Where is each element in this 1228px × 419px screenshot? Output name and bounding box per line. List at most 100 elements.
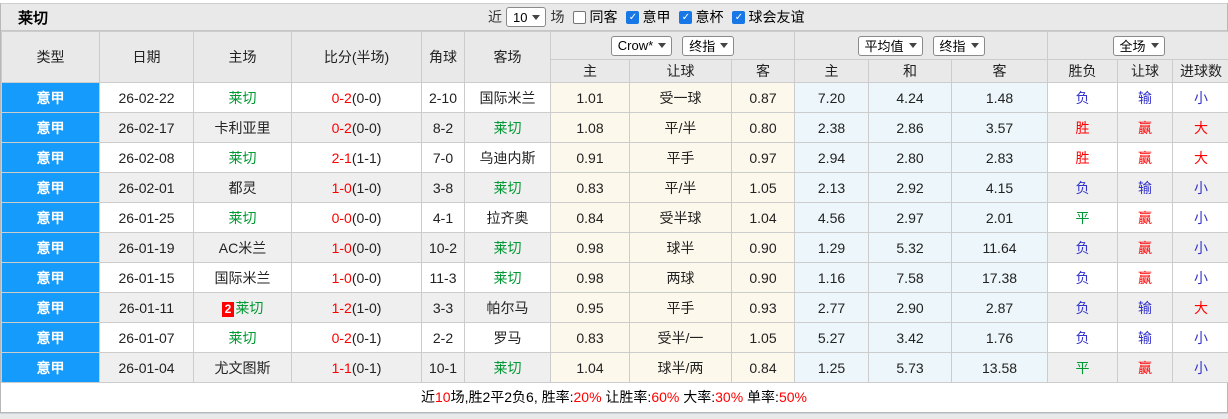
chevron-down-icon bbox=[658, 43, 667, 48]
home-team-cell: 都灵 bbox=[193, 172, 292, 203]
home-team-name: 都灵 bbox=[228, 179, 257, 196]
match-row: 意甲 26-01-07 莱切 0-2(0-1) 2-2 罗马 0.83 受半/一… bbox=[1, 322, 1228, 353]
col-header-away: 客场 bbox=[464, 31, 551, 83]
average-select[interactable]: 平均值 bbox=[857, 35, 923, 56]
away-team-cell: 莱切 bbox=[464, 352, 551, 383]
summary-segment: 10 bbox=[435, 389, 451, 405]
col-header-asian-home: 主 bbox=[550, 59, 630, 83]
average-value: 平均值 bbox=[864, 39, 904, 54]
league-cell: 意甲 bbox=[1, 202, 100, 233]
asian-handicap-line: 平手 bbox=[629, 142, 732, 173]
filter-label: 意甲 bbox=[642, 9, 671, 25]
asian-home-odds: 0.84 bbox=[550, 202, 630, 233]
match-row: 意甲 26-01-25 莱切 0-0(0-0) 4-1 拉齐奥 0.84 受半球… bbox=[1, 202, 1228, 233]
summary-segment: 60% bbox=[651, 389, 680, 405]
score-cell: 0-0(0-0) bbox=[291, 202, 422, 233]
filter-checkbox[interactable]: ✓ bbox=[732, 10, 746, 24]
fulltime-score: 1-1 bbox=[331, 359, 352, 376]
col-header-corner: 角球 bbox=[421, 31, 465, 83]
halftime-score: (0-1) bbox=[351, 359, 382, 376]
euro-away-odds: 2.87 bbox=[951, 292, 1049, 323]
summary-stats: 近10场,胜2平2负6, 胜率:20% 让胜率:60% 大率:30% 单率:50… bbox=[1, 383, 1227, 412]
filter-checkbox[interactable]: ✓ bbox=[626, 10, 640, 24]
recent-matches-select[interactable]: 10 bbox=[506, 7, 547, 27]
away-team-name: 乌迪内斯 bbox=[479, 149, 536, 166]
asian-home-odds: 0.91 bbox=[550, 142, 630, 173]
result-goals: 小 bbox=[1172, 322, 1228, 353]
away-team-name: 帕尔马 bbox=[486, 299, 529, 316]
filter-item[interactable]: ✓ 意杯 bbox=[679, 7, 723, 27]
result-handicap: 输 bbox=[1117, 292, 1174, 323]
red-card-badge: 2 bbox=[221, 301, 235, 317]
result-wdl: 负 bbox=[1047, 232, 1119, 263]
euro-odds-group-header: 平均值 终指 bbox=[794, 31, 1049, 60]
league-cell: 意甲 bbox=[1, 82, 100, 113]
scope-select[interactable]: 全场 bbox=[1112, 35, 1165, 56]
check-icon: ✓ bbox=[734, 11, 744, 23]
fulltime-score: 1-0 bbox=[331, 179, 352, 196]
fulltime-score: 0-2 bbox=[331, 329, 352, 346]
home-team-cell: 尤文图斯 bbox=[193, 352, 292, 383]
match-row: 意甲 26-01-19 AC米兰 1-0(0-0) 10-2 莱切 0.98 球… bbox=[1, 232, 1228, 263]
result-handicap: 输 bbox=[1117, 82, 1174, 113]
summary-segment: 20% bbox=[573, 389, 602, 405]
summary-segment: 让胜率: bbox=[601, 389, 652, 405]
result-goals: 大 bbox=[1172, 142, 1228, 173]
home-team-cell: 莱切 bbox=[193, 142, 292, 173]
check-icon: ✓ bbox=[628, 11, 638, 23]
asian-handicap-line: 受一球 bbox=[629, 82, 732, 113]
euro-away-odds: 2.01 bbox=[951, 202, 1049, 233]
away-team-name: 莱切 bbox=[493, 179, 522, 196]
euro-home-odds: 2.94 bbox=[794, 142, 870, 173]
result-goals: 小 bbox=[1172, 202, 1228, 233]
fulltime-score: 2-1 bbox=[331, 149, 352, 166]
page: 莱切 近 10 场 ✓ 同客 ✓ 意甲 ✓ 意杯 ✓ 球会友谊 bbox=[0, 0, 1228, 419]
home-team-cell: 2 莱切 bbox=[193, 292, 292, 323]
asian-away-odds: 1.04 bbox=[730, 202, 796, 233]
home-team-cell: 国际米兰 bbox=[193, 262, 292, 293]
bookmaker-final-select[interactable]: 终指 bbox=[682, 35, 735, 56]
asian-handicap-line: 球半 bbox=[629, 232, 732, 263]
asian-handicap-line: 平手 bbox=[629, 292, 732, 323]
filter-checkbox[interactable]: ✓ bbox=[573, 10, 587, 24]
euro-home-odds: 1.16 bbox=[794, 262, 870, 293]
date-cell: 26-01-07 bbox=[99, 322, 194, 353]
halftime-score: (0-0) bbox=[351, 239, 382, 256]
result-handicap: 输 bbox=[1117, 172, 1174, 203]
match-row: 意甲 26-01-04 尤文图斯 1-1(0-1) 10-1 莱切 1.04 球… bbox=[1, 352, 1228, 383]
asian-home-odds: 1.04 bbox=[550, 352, 630, 383]
league-cell: 意甲 bbox=[1, 292, 100, 323]
summary-segment: 50% bbox=[778, 389, 807, 405]
average-final-select[interactable]: 终指 bbox=[932, 35, 985, 56]
date-cell: 26-01-15 bbox=[99, 262, 194, 293]
filter-item[interactable]: ✓ 球会友谊 bbox=[732, 7, 804, 27]
euro-home-odds: 1.29 bbox=[794, 232, 870, 263]
home-team-cell: 莱切 bbox=[193, 202, 292, 233]
col-header-date: 日期 bbox=[99, 31, 194, 83]
bookmaker-select[interactable]: Crow* bbox=[610, 35, 673, 56]
match-row: 意甲 26-01-15 国际米兰 1-0(0-0) 11-3 莱切 0.98 两… bbox=[1, 262, 1228, 293]
result-goals: 小 bbox=[1172, 352, 1228, 383]
asian-handicap-line: 球半/两 bbox=[629, 352, 732, 383]
away-team-cell: 莱切 bbox=[464, 262, 551, 293]
scope-value: 全场 bbox=[1119, 39, 1146, 54]
corner-cell: 3-3 bbox=[421, 292, 465, 323]
filter-item[interactable]: ✓ 意甲 bbox=[626, 7, 670, 27]
home-team-name: 莱切 bbox=[228, 209, 257, 226]
match-row: 意甲 26-02-01 都灵 1-0(1-0) 3-8 莱切 0.83 平/半 … bbox=[1, 172, 1228, 203]
team-name-title: 莱切 bbox=[18, 9, 49, 27]
filter-item[interactable]: ✓ 同客 bbox=[573, 7, 617, 27]
filter-checkbox[interactable]: ✓ bbox=[679, 10, 693, 24]
asian-odds-group-header: Crow* 终指 bbox=[549, 31, 796, 60]
near-label: 近 bbox=[488, 9, 502, 25]
match-history-panel: 莱切 近 10 场 ✓ 同客 ✓ 意甲 ✓ 意杯 ✓ 球会友谊 bbox=[0, 3, 1228, 413]
col-header-type: 类型 bbox=[1, 31, 100, 83]
euro-draw-odds: 2.80 bbox=[868, 142, 953, 173]
halftime-score: (1-0) bbox=[351, 179, 382, 196]
bookmaker-value: Crow* bbox=[617, 38, 654, 53]
bookmaker-final-value: 终指 bbox=[689, 39, 716, 54]
summary-segment: 单率: bbox=[743, 389, 779, 405]
date-cell: 26-02-17 bbox=[99, 112, 194, 143]
chevron-down-icon bbox=[970, 43, 979, 48]
euro-away-odds: 4.15 bbox=[951, 172, 1049, 203]
